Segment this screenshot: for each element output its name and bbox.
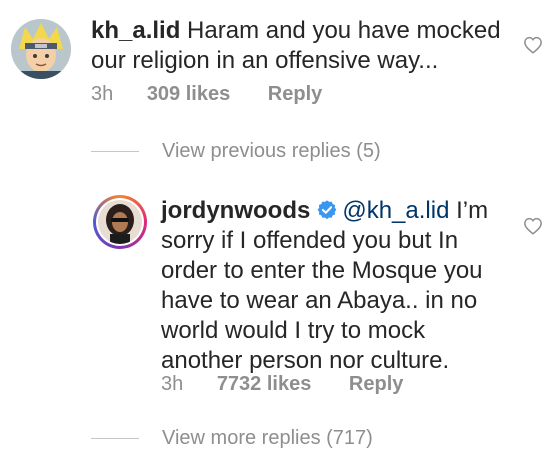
comment-username[interactable]: jordynwoods bbox=[161, 197, 310, 224]
comment-likes[interactable]: 7732 likes bbox=[217, 373, 312, 396]
thread-divider bbox=[91, 151, 139, 152]
view-previous-replies[interactable]: View previous replies (5) bbox=[162, 140, 381, 163]
comment-time: 3h bbox=[161, 373, 184, 395]
comment-meta: 3h 309 likes Reply bbox=[91, 83, 322, 106]
comment-text-block: kh_a.lid Haram and you have mocked our r… bbox=[91, 16, 511, 76]
avatar bbox=[98, 200, 142, 244]
mention-link[interactable]: @kh_a.lid bbox=[342, 197, 449, 224]
heart-icon[interactable] bbox=[523, 217, 543, 235]
comment-meta: 3h 7732 likes Reply bbox=[161, 373, 403, 396]
thread-divider bbox=[91, 438, 139, 439]
avatar-image bbox=[11, 19, 71, 79]
comment-username[interactable]: kh_a.lid bbox=[91, 17, 180, 44]
avatar-image bbox=[98, 200, 142, 244]
reply-button[interactable]: Reply bbox=[349, 373, 403, 396]
comment-time: 3h bbox=[91, 83, 114, 105]
comment-text-block: jordynwoods @kh_a.lid I’m sorry if I off… bbox=[161, 196, 501, 376]
heart-icon[interactable] bbox=[523, 36, 543, 54]
comment-jordynwoods: jordynwoods @kh_a.lid I’m sorry if I off… bbox=[0, 180, 554, 410]
verified-badge-icon bbox=[317, 200, 337, 220]
comment-likes[interactable]: 309 likes bbox=[147, 83, 230, 106]
avatar[interactable] bbox=[11, 19, 71, 79]
reply-button[interactable]: Reply bbox=[268, 83, 322, 106]
comment-kh-a-lid: kh_a.lid Haram and you have mocked our r… bbox=[0, 0, 554, 115]
avatar-story-ring[interactable] bbox=[93, 195, 147, 249]
view-more-replies[interactable]: View more replies (717) bbox=[162, 427, 373, 450]
